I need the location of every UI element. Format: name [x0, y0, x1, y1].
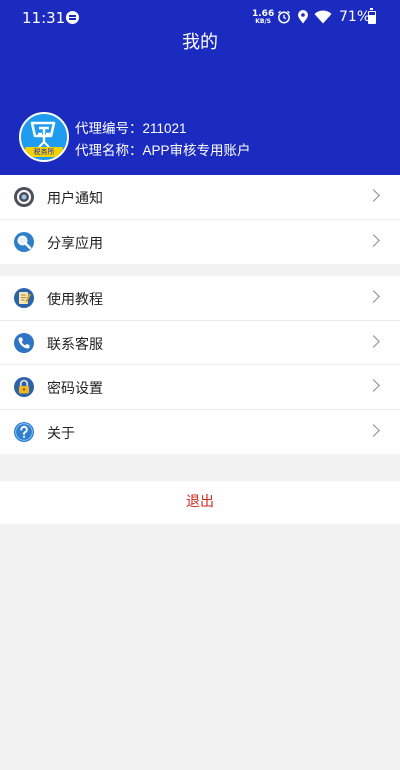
chevron-right-icon	[367, 290, 380, 303]
tutorial-icon	[14, 288, 34, 308]
chevron-right-icon	[367, 334, 380, 348]
network-speed: 1.66 KB/S	[252, 10, 274, 26]
menu-item-about[interactable]: 关于	[0, 410, 400, 455]
page-title: 我的	[182, 32, 218, 53]
tax-bureau-logo-icon	[30, 121, 56, 148]
menu-item-label: 关于	[47, 425, 75, 442]
menu-item-label: 使用教程	[47, 292, 103, 308]
battery-icon	[368, 8, 376, 24]
chevron-right-icon	[367, 379, 380, 392]
network-speed-unit: KB/S	[255, 18, 271, 25]
menu-group-2: 使用教程 联系客服 密码设置 关于	[0, 276, 400, 454]
menu-item-password-settings[interactable]: 密码设置	[0, 365, 400, 410]
menu-item-label: 用户通知	[47, 191, 103, 207]
agent-name: 代理名称：APP审核专用账户	[75, 143, 251, 158]
agent-id: 代理编号：211021	[75, 121, 187, 136]
menu-item-label: 密码设置	[47, 381, 103, 397]
menu-item-user-notification[interactable]: 用户通知	[0, 175, 400, 220]
menu-item-contact-service[interactable]: 联系客服	[0, 321, 400, 365]
logout-button[interactable]: 退出	[0, 481, 400, 524]
menu-item-label: 联系客服	[47, 336, 103, 353]
chevron-right-icon	[367, 233, 380, 247]
chevron-right-icon	[367, 423, 380, 437]
lock-icon	[14, 377, 34, 397]
avatar[interactable]: 税务所	[19, 112, 69, 162]
phone-icon	[14, 332, 34, 353]
chevron-right-icon	[367, 189, 380, 202]
wifi-icon	[314, 10, 332, 24]
menu-item-label: 分享应用	[47, 235, 103, 252]
alarm-icon	[278, 10, 290, 24]
menu-group-1: 用户通知 分享应用	[0, 175, 400, 264]
message-notification-icon	[66, 11, 79, 24]
avatar-tag: 税务所	[25, 147, 63, 157]
share-icon	[14, 231, 34, 252]
help-icon	[14, 421, 34, 442]
notification-icon	[14, 187, 34, 207]
profile-header: 11:31 1.66 KB/S 71% 我的 税务所 代理编号：211021 代…	[0, 0, 400, 175]
location-icon	[298, 10, 308, 24]
menu-item-tutorial[interactable]: 使用教程	[0, 276, 400, 321]
status-time: 11:31	[22, 9, 66, 27]
menu-item-share-app[interactable]: 分享应用	[0, 220, 400, 265]
battery-percent: 71%	[339, 9, 371, 25]
